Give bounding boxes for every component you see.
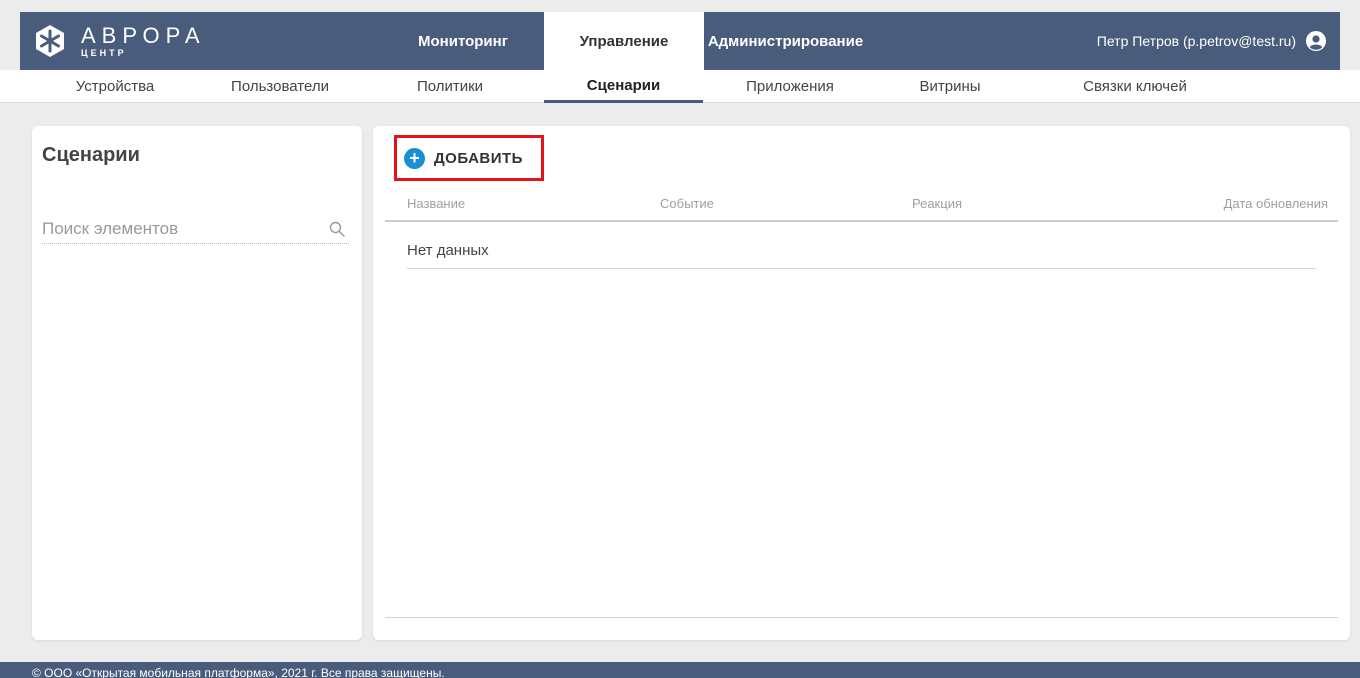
footer: © ООО «Открытая мобильная платформа», 20… [0,662,1360,678]
table-header: Название Событие Реакция Дата обновления [385,188,1338,222]
column-header-event[interactable]: Событие [660,196,714,211]
top-bar: АВРОРА ЦЕНТР Мониторинг Управление Админ… [20,12,1340,70]
tab-monitoring[interactable]: Мониторинг [383,12,543,70]
logo-title: АВРОРА [81,22,206,48]
search-input[interactable] [42,218,329,239]
scenarios-sidebar: Сценарии [32,126,362,640]
tab-administration[interactable]: Администрирование [703,12,868,70]
subnav-item-devices[interactable]: Устройства [40,70,190,103]
subnav-item-scenarios[interactable]: Сценарии [544,70,703,103]
scenarios-table-panel: + ДОБАВИТЬ Название Событие Реакция Дата… [373,126,1350,640]
logo-subtitle: ЦЕНТР [81,47,127,58]
table-bottom-divider [385,617,1338,618]
subnav-item-keychains[interactable]: Связки ключей [1060,70,1210,103]
subnav-item-policies[interactable]: Политики [375,70,525,103]
tab-management[interactable]: Управление [544,12,704,70]
search-icon[interactable] [329,221,345,237]
aurora-star-icon [36,25,64,57]
subnav-item-showcases[interactable]: Витрины [885,70,1015,103]
subnav-item-users[interactable]: Пользователи [200,70,360,103]
user-circle-icon [1306,31,1326,51]
column-header-updated-date[interactable]: Дата обновления [1224,196,1328,211]
table-empty-row: Нет данных [407,232,1316,269]
column-header-name[interactable]: Название [407,196,465,211]
add-button[interactable]: + ДОБАВИТЬ [404,142,523,174]
sub-navigation: Устройства Пользователи Политики Сценари… [0,70,1360,103]
search-box [42,214,349,244]
subnav-item-applications[interactable]: Приложения [715,70,865,103]
page: АВРОРА ЦЕНТР Мониторинг Управление Админ… [0,0,1360,678]
column-header-reaction[interactable]: Реакция [912,196,962,211]
logo[interactable]: АВРОРА ЦЕНТР [33,20,206,62]
add-button-label: ДОБАВИТЬ [434,149,523,167]
sidebar-title: Сценарии [42,144,140,166]
user-menu[interactable]: Петр Петров (p.petrov@test.ru) [1097,12,1326,70]
user-label: Петр Петров (p.petrov@test.ru) [1096,33,1296,49]
plus-circle-icon: + [404,147,425,169]
